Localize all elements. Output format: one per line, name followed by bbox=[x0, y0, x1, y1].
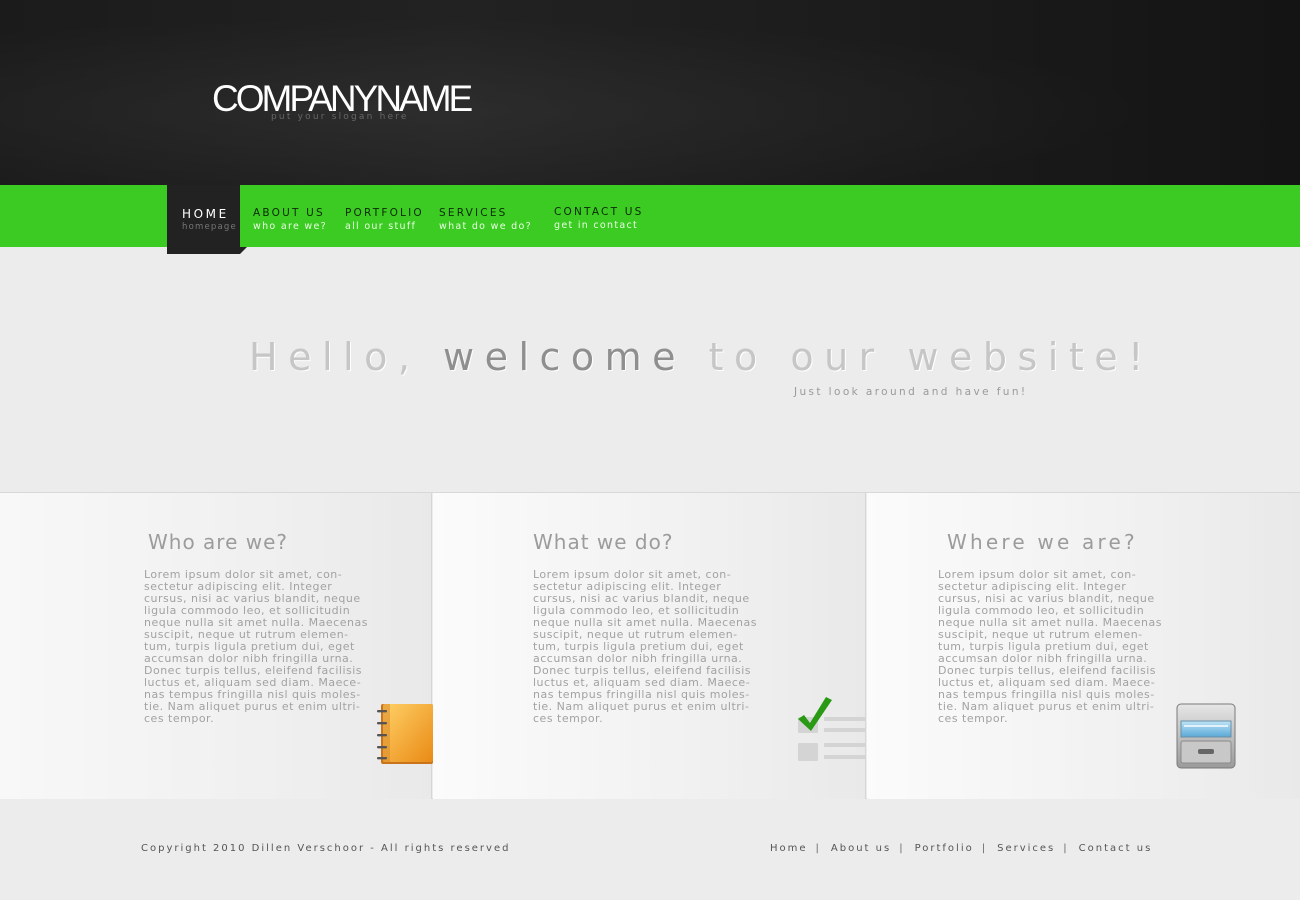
hero-title-strong: welcome bbox=[442, 335, 687, 379]
nav-item-home[interactable]: HOME homepage bbox=[167, 185, 240, 254]
content-box-where: Where we are? Lorem ipsum dolor sit amet… bbox=[867, 493, 1300, 799]
footer-link-contact-us[interactable]: Contact us bbox=[1079, 843, 1153, 854]
footer-separator: | bbox=[1063, 843, 1069, 854]
footer-separator: | bbox=[815, 843, 821, 854]
nav-item-title: ABOUT US bbox=[253, 207, 325, 219]
hero-title: Hello, welcome to our website! bbox=[249, 335, 1154, 379]
main-navigation: HOME homepage ABOUT US who are we? PORTF… bbox=[0, 185, 1300, 254]
footer-link-home[interactable]: Home bbox=[770, 843, 808, 854]
checklist-icon bbox=[798, 697, 866, 761]
nav-item-title: CONTACT US bbox=[554, 206, 644, 218]
site-header: COMPANYNAME put your slogan here bbox=[0, 0, 1300, 185]
nav-item-subtitle: homepage bbox=[182, 222, 237, 232]
nav-item-subtitle: what do we do? bbox=[439, 221, 532, 232]
box-title: Where we are? bbox=[947, 530, 1138, 554]
nav-item-contact-us[interactable]: CONTACT US get in contact bbox=[554, 185, 643, 247]
hero-subtitle: Just look around and have fun! bbox=[794, 386, 1028, 398]
nav-item-subtitle: all our stuff bbox=[345, 221, 417, 232]
nav-item-title: PORTFOLIO bbox=[345, 207, 424, 219]
hero-title-part1: Hello, bbox=[249, 335, 443, 379]
box-text: Lorem ipsum dolor sit amet, con-sectetur… bbox=[144, 568, 368, 725]
content-box-what: What we do? Lorem ipsum dolor sit amet, … bbox=[433, 493, 866, 799]
box-text: Lorem ipsum dolor sit amet, con-sectetur… bbox=[533, 568, 757, 725]
footer-link-portfolio[interactable]: Portfolio bbox=[915, 843, 974, 854]
box-text: Lorem ipsum dolor sit amet, con-sectetur… bbox=[938, 568, 1162, 725]
content-boxes: Who are we? Lorem ipsum dolor sit amet, … bbox=[0, 492, 1300, 799]
notebook-icon bbox=[377, 704, 433, 764]
footer-navigation: Home | About us | Portfolio | Services | Contact… bbox=[770, 843, 1152, 854]
nav-item-title: SERVICES bbox=[439, 207, 508, 219]
hero-title-part2: to our website! bbox=[686, 335, 1154, 379]
nav-item-title: HOME bbox=[182, 207, 229, 221]
nav-item-subtitle: get in contact bbox=[554, 220, 639, 231]
file-cabinet-icon bbox=[1176, 703, 1236, 769]
company-slogan: put your slogan here bbox=[271, 112, 409, 122]
content-box-who: Who are we? Lorem ipsum dolor sit amet, … bbox=[0, 493, 433, 799]
nav-item-portfolio[interactable]: PORTFOLIO all our stuff bbox=[345, 185, 424, 247]
copyright-text: Copyright 2010 Dillen Verschoor - All ri… bbox=[141, 843, 511, 854]
active-tab-corner bbox=[240, 247, 247, 254]
footer-separator: | bbox=[981, 843, 988, 854]
nav-item-services[interactable]: SERVICES what do we do? bbox=[439, 185, 532, 247]
box-title: Who are we? bbox=[148, 530, 289, 554]
footer-link-services[interactable]: Services bbox=[997, 843, 1055, 854]
footer-link-about-us[interactable]: About us bbox=[831, 843, 891, 854]
nav-item-subtitle: who are we? bbox=[253, 221, 327, 232]
nav-item-about-us[interactable]: ABOUT US who are we? bbox=[253, 185, 327, 247]
box-title: What we do? bbox=[533, 530, 674, 554]
footer-separator: | bbox=[899, 843, 905, 854]
